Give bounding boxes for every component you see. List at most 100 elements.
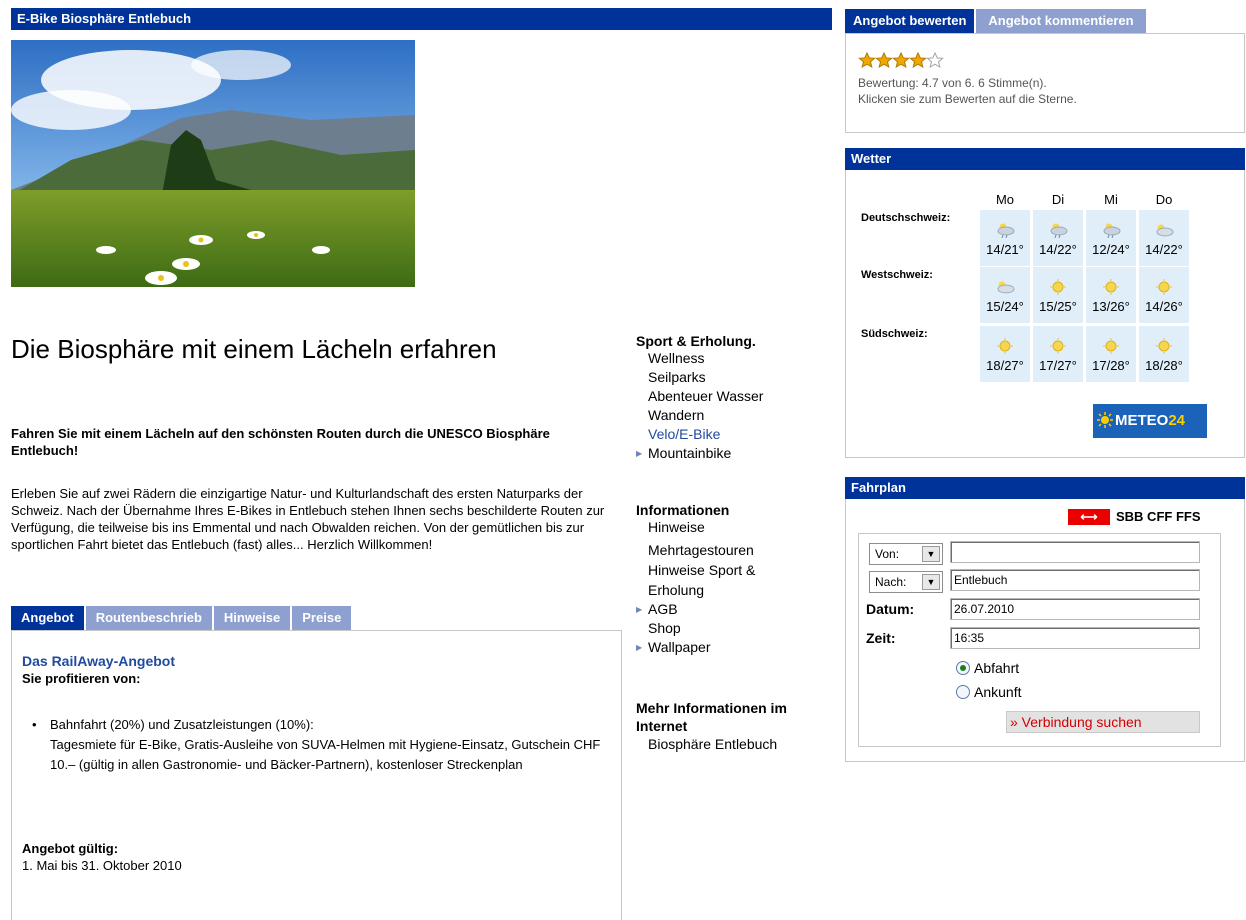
nav-item-shop[interactable]: Shop: [636, 619, 826, 638]
to-select-label: Nach:: [875, 575, 907, 589]
offer-panel: Das RailAway-Angebot Sie profitieren von…: [11, 630, 622, 920]
nav-item-biosphaere[interactable]: Biosphäre Entlebuch: [636, 735, 816, 754]
rating-panel: Bewertung: 4.7 von 6. 6 Stimme(n). Klick…: [845, 33, 1245, 133]
nav-item-wallpaper-label: Wallpaper: [648, 639, 711, 655]
weather-header: Wetter: [845, 148, 1245, 170]
sun-icon: [1047, 338, 1069, 354]
meteo-text: METEO: [1115, 412, 1169, 429]
day-do: Do: [1155, 192, 1173, 207]
weather-cell: 18/27°: [980, 326, 1030, 382]
from-input[interactable]: [950, 541, 1200, 563]
nav-info: Informationen Hinweise Mehrtagestouren H…: [636, 502, 826, 657]
weather-temp: 14/22°: [1145, 242, 1183, 257]
chevron-right-icon: ▶: [636, 643, 643, 652]
bullet-line1: Bahnfahrt (20%) und Zusatzleistungen (10…: [50, 717, 314, 732]
nav-item-seilparks[interactable]: Seilparks: [636, 368, 826, 387]
weather-cell: 15/24°: [980, 267, 1030, 323]
nav-item-mehrtagestouren[interactable]: Mehrtagestouren: [636, 541, 826, 560]
weather-cell: 15/25°: [1033, 267, 1083, 323]
nav-item-hinweise[interactable]: Hinweise: [636, 518, 826, 537]
rain-cloud-icon: [1047, 222, 1069, 238]
weather-temp: 17/28°: [1092, 358, 1130, 373]
tab-hinweise[interactable]: Hinweise: [213, 606, 291, 630]
weather-temp: 18/28°: [1145, 358, 1183, 373]
rating-text: Bewertung: 4.7 von 6. 6 Stimme(n).: [858, 76, 1047, 90]
day-di: Di: [1051, 192, 1065, 207]
rating-hint: Klicken sie zum Bewerten auf die Sterne.: [858, 92, 1077, 106]
nav-item-mountainbike-label: Mountainbike: [648, 445, 732, 461]
tab-angebot-bewerten[interactable]: Angebot bewerten: [845, 9, 975, 33]
nav-item-abenteuer-wasser[interactable]: Abenteuer Wasser: [636, 387, 826, 406]
weather-cell: 12/24°: [1086, 210, 1136, 266]
tab-angebot-kommentieren[interactable]: Angebot kommentieren: [976, 9, 1146, 33]
meteo24-logo[interactable]: METEO24: [1093, 404, 1207, 438]
meteo-number: 24: [1168, 412, 1186, 429]
nav-item-wellness[interactable]: Wellness: [636, 349, 826, 368]
nav-sport: Sport & Erholung. Wellness Seilparks Abe…: [636, 333, 826, 463]
timetable-title: Fahrplan: [851, 480, 906, 495]
star-icon: [892, 51, 910, 69]
to-select[interactable]: Nach: ▼: [869, 571, 943, 593]
rating-stars[interactable]: [858, 51, 948, 69]
nav-more: Mehr Informationen im Internet Biosphäre…: [636, 699, 816, 754]
time-input[interactable]: 16:35: [950, 627, 1200, 649]
offer-subtitle: Sie profitieren von:: [22, 671, 141, 686]
hero-image: [11, 40, 415, 287]
from-select[interactable]: Von: ▼: [869, 543, 943, 565]
weather-temp: 15/25°: [1039, 299, 1077, 314]
star-icon: [926, 51, 944, 69]
region-westschweiz: Westschweiz:: [861, 269, 933, 281]
offer-valid-value: 1. Mai bis 31. Oktober 2010: [22, 858, 182, 873]
weather-temp: 14/21°: [986, 242, 1024, 257]
weather-temp: 14/22°: [1039, 242, 1077, 257]
chevron-right-icon: ▶: [636, 605, 643, 614]
nav-item-hinweise-sport[interactable]: Hinweise Sport & Erholung: [636, 560, 778, 600]
weather-cell: 14/26°: [1139, 267, 1189, 323]
sun-icon: [1153, 279, 1175, 295]
weather-cell: 14/22°: [1033, 210, 1083, 266]
day-mi: Mi: [1104, 192, 1118, 207]
bullet-dot: •: [32, 717, 37, 732]
nav-item-velo-ebike[interactable]: Velo/E-Bike: [636, 425, 826, 444]
tab-angebot[interactable]: Angebot: [11, 606, 84, 630]
rating-tabs: Angebot bewerten Angebot kommentieren: [845, 9, 1148, 33]
bullet-line2: Tagesmiete für E-Bike, Gratis-Ausleihe v…: [50, 737, 601, 772]
day-mo: Mo: [995, 192, 1015, 207]
offer-title: Das RailAway-Angebot: [22, 653, 175, 669]
rain-cloud-icon: [994, 222, 1016, 238]
nav-heading-info: Informationen: [636, 502, 730, 518]
time-label: Zeit:: [866, 630, 896, 646]
radio-arrival[interactable]: [956, 685, 970, 699]
page-title: Die Biosphäre mit einem Lächeln erfahren: [11, 334, 497, 364]
weather-temp: 17/27°: [1039, 358, 1077, 373]
weather-cell: 14/21°: [980, 210, 1030, 266]
date-input[interactable]: 26.07.2010: [950, 598, 1200, 620]
tab-routenbeschrieb[interactable]: Routenbeschrieb: [85, 606, 212, 630]
weather-cell: 17/28°: [1086, 326, 1136, 382]
star-icon: [909, 51, 927, 69]
nav-item-wandern[interactable]: Wandern: [636, 406, 826, 425]
star-rating-icon: [858, 51, 944, 69]
nav-item-mountainbike[interactable]: ▶ Mountainbike: [636, 444, 826, 463]
chevron-down-icon: ▼: [922, 574, 940, 590]
nav-heading-more: Mehr Informationen im Internet: [636, 700, 787, 734]
content-tabs: Angebot Routenbeschrieb Hinweise Preise: [11, 606, 353, 630]
radio-departure[interactable]: [956, 661, 970, 675]
offer-valid-label: Angebot gültig:: [22, 841, 119, 856]
weather-temp: 14/26°: [1145, 299, 1183, 314]
form-frame: Von: ▼ Nach: ▼ Entlebuch Datum: 26.07.20…: [858, 533, 1221, 747]
region-suedschweiz: Südschweiz:: [861, 328, 928, 340]
timetable-header: Fahrplan: [845, 477, 1245, 499]
to-input[interactable]: Entlebuch: [950, 569, 1200, 591]
date-label: Datum:: [866, 601, 915, 617]
lead-text: Fahren Sie mit einem Lächeln auf den sch…: [11, 426, 550, 458]
nav-item-wallpaper[interactable]: ▶ Wallpaper: [636, 638, 826, 657]
nav-item-agb[interactable]: ▶ AGB: [636, 600, 826, 619]
weather-cell: 14/22°: [1139, 210, 1189, 266]
region-deutschschweiz: Deutschschweiz:: [861, 212, 951, 224]
star-icon: [875, 51, 893, 69]
search-connection-button[interactable]: » Verbindung suchen: [1006, 711, 1200, 733]
weather-temp: 18/27°: [986, 358, 1024, 373]
tab-preise[interactable]: Preise: [292, 606, 352, 630]
weather-temp: 12/24°: [1092, 242, 1130, 257]
